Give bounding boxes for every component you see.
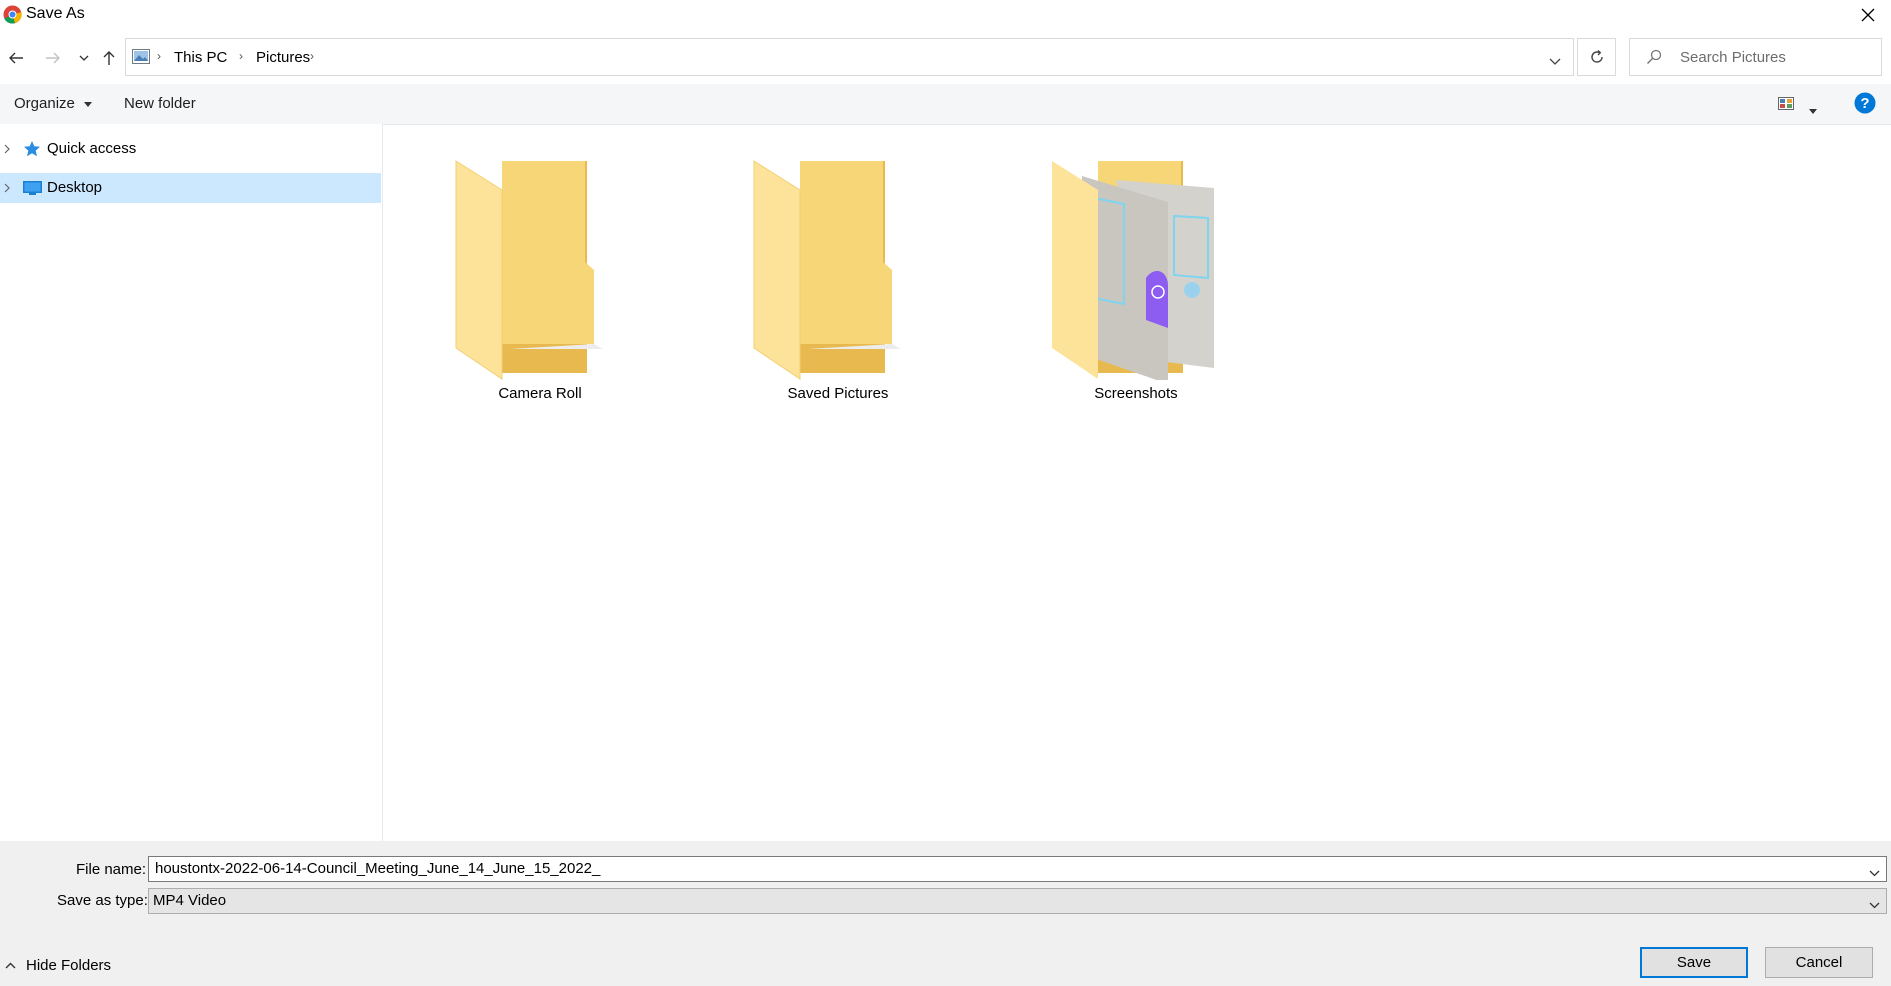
close-icon xyxy=(1861,8,1875,22)
save-as-type-value: MP4 Video xyxy=(153,892,227,909)
expand-chevron-icon[interactable] xyxy=(4,141,10,159)
breadcrumb-pictures[interactable]: Pictures xyxy=(256,49,310,66)
back-arrow-icon xyxy=(9,52,23,64)
breadcrumb-separator-icon: › xyxy=(310,49,314,63)
window-title: Save As xyxy=(26,5,85,22)
up-button[interactable] xyxy=(95,44,123,72)
forward-button[interactable] xyxy=(39,44,67,72)
sidebar-item-desktop[interactable]: Desktop xyxy=(0,173,381,203)
address-bar[interactable]: › This PC › Pictures › xyxy=(125,38,1574,76)
file-name-label: File name: xyxy=(76,861,147,878)
help-icon: ? xyxy=(1854,92,1876,114)
sidebar-item-quick-access[interactable]: Quick access xyxy=(0,134,381,164)
folder-name: Camera Roll xyxy=(498,385,582,402)
folder-icon xyxy=(455,160,603,380)
back-button[interactable] xyxy=(2,44,30,72)
view-options-dropdown[interactable] xyxy=(1809,101,1817,119)
chevron-down-icon xyxy=(1869,902,1880,909)
up-arrow-icon xyxy=(103,51,115,65)
title-bar: Save As xyxy=(0,0,1891,30)
file-name-dropdown[interactable] xyxy=(1869,864,1880,882)
refresh-icon xyxy=(1590,50,1603,63)
search-placeholder: Search Pictures xyxy=(1680,49,1786,66)
organize-label: Organize xyxy=(14,95,75,112)
dropdown-arrow-icon xyxy=(1809,109,1817,114)
chevron-down-icon xyxy=(1869,870,1880,877)
search-input[interactable]: Search Pictures xyxy=(1629,38,1882,76)
dropdown-arrow-icon xyxy=(84,101,93,107)
save-button[interactable]: Save xyxy=(1640,947,1748,978)
save-as-type-select[interactable]: MP4 Video xyxy=(148,888,1887,914)
search-icon xyxy=(1646,49,1662,70)
close-button[interactable] xyxy=(1845,0,1891,30)
breadcrumb-separator-icon: › xyxy=(157,49,161,63)
save-as-type-dropdown[interactable] xyxy=(1869,896,1880,914)
recent-locations-button[interactable] xyxy=(70,44,98,72)
folder-item-camera-roll[interactable]: Camera Roll xyxy=(450,158,630,402)
folder-icon xyxy=(753,160,901,380)
star-icon xyxy=(23,140,41,163)
file-name-value: houstontx-2022-06-14-Council_Meeting_Jun… xyxy=(155,860,601,877)
sidebar-item-label: Quick access xyxy=(47,140,137,157)
chevron-up-icon xyxy=(5,962,16,969)
help-button[interactable]: ? xyxy=(1854,92,1876,119)
folder-item-screenshots[interactable]: Screenshots xyxy=(1046,158,1226,402)
sidebar-item-label: Desktop xyxy=(47,179,103,196)
refresh-button[interactable] xyxy=(1577,38,1616,76)
desktop-icon xyxy=(23,181,42,200)
command-bar: Organize New folder ? xyxy=(0,84,1891,125)
view-options-button[interactable] xyxy=(1778,97,1794,115)
breadcrumb-this-pc[interactable]: This PC xyxy=(174,49,227,66)
hide-folders-label: Hide Folders xyxy=(26,957,112,974)
new-folder-button[interactable]: New folder xyxy=(124,95,196,112)
chevron-down-icon xyxy=(1549,58,1561,65)
chevron-down-icon xyxy=(79,55,89,61)
folder-name: Screenshots xyxy=(1094,385,1178,402)
expand-chevron-icon[interactable] xyxy=(4,180,10,198)
chrome-app-icon xyxy=(3,5,22,24)
save-as-type-label: Save as type: xyxy=(57,892,148,909)
folder-with-previews-icon xyxy=(1052,161,1214,384)
address-history-dropdown[interactable] xyxy=(1549,53,1561,71)
folder-name: Saved Pictures xyxy=(787,385,889,402)
cancel-button[interactable]: Cancel xyxy=(1765,947,1873,978)
organize-button[interactable]: Organize xyxy=(14,95,93,112)
forward-arrow-icon xyxy=(46,52,60,64)
pictures-location-icon xyxy=(132,49,150,69)
view-icon xyxy=(1778,97,1794,110)
navigation-pane: Quick access Desktop xyxy=(0,124,383,841)
breadcrumb-separator-icon: › xyxy=(239,49,243,63)
hide-folders-button[interactable]: Hide Folders xyxy=(5,957,111,974)
file-name-input[interactable]: houstontx-2022-06-14-Council_Meeting_Jun… xyxy=(148,856,1887,882)
svg-text:?: ? xyxy=(1860,95,1869,112)
folder-item-saved-pictures[interactable]: Saved Pictures xyxy=(748,158,928,402)
